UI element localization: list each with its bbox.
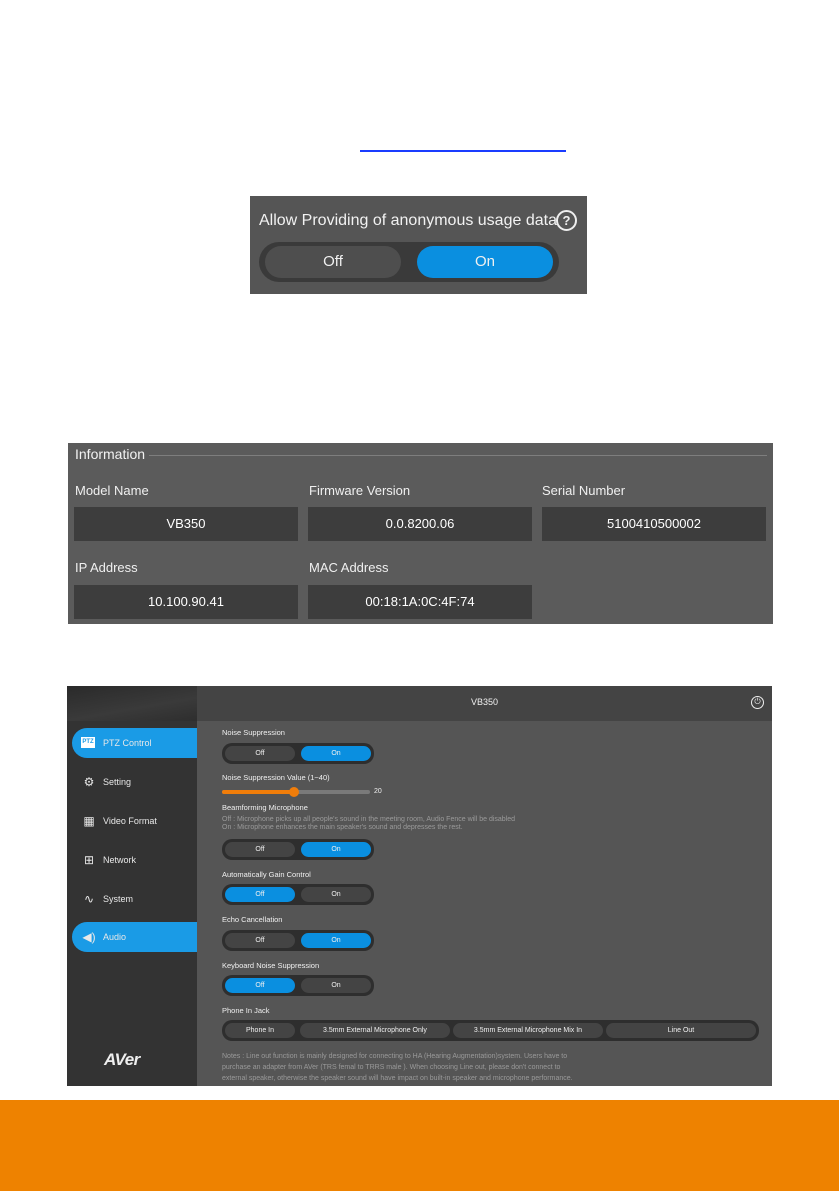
noise-suppression-off-button[interactable]: Off (225, 746, 295, 761)
network-icon: ⊞ (83, 853, 95, 867)
gear-icon: ⚙ (83, 775, 95, 789)
top-bar: VB350 ⏻ (197, 686, 772, 721)
noise-suppression-slider[interactable] (222, 787, 370, 797)
phone-jack-selector: Phone In 3.5mm External Microphone Only … (222, 1020, 759, 1041)
ip-address-value: 10.100.90.41 (74, 585, 298, 619)
beamforming-desc-off: Off : Microphone picks up all people's s… (222, 816, 516, 823)
phone-jack-label: Phone In Jack (222, 1006, 270, 1015)
sidebar-item-network[interactable]: ⊞ Network (72, 845, 197, 875)
external-mic-only-option[interactable]: 3.5mm External Microphone Only (300, 1023, 450, 1038)
mac-address-value: 00:18:1A:0C:4F:74 (308, 585, 532, 619)
sidebar-item-label: PTZ Control (103, 738, 152, 748)
slider-fill (222, 790, 295, 794)
agc-toggle: Off On (222, 884, 374, 905)
model-name-value: VB350 (74, 507, 298, 541)
ip-address-label: IP Address (75, 560, 138, 575)
noise-suppression-label: Noise Suppression (222, 728, 285, 737)
pulse-icon: ∿ (83, 892, 95, 906)
line-out-option[interactable]: Line Out (606, 1023, 756, 1038)
notes-line-1: Notes : Line out function is mainly desi… (222, 1053, 568, 1060)
audio-settings-main: Noise Suppression Off On Noise Suppressi… (197, 721, 772, 1086)
beamforming-desc-on: On : Microphone enhances the main speake… (222, 824, 463, 831)
noise-suppression-toggle: Off On (222, 743, 374, 764)
usage-data-toggle: Off On (259, 242, 559, 282)
sidebar-item-system[interactable]: ∿ System (72, 884, 197, 914)
notes-line-2: purchase an adapter from AVer (TRS femal… (222, 1064, 561, 1071)
keyboard-noise-off-button[interactable]: Off (225, 978, 295, 993)
sidebar-item-video-format[interactable]: ▦ Video Format (72, 806, 197, 836)
noise-suppression-value-label: Noise Suppression Value (1~40) (222, 773, 330, 782)
echo-cancellation-off-button[interactable]: Off (225, 933, 295, 948)
keyboard-noise-toggle: Off On (222, 975, 374, 996)
keyboard-noise-label: Keyboard Noise Suppression (222, 961, 320, 970)
echo-cancellation-toggle: Off On (222, 930, 374, 951)
aver-logo: AVer (104, 1050, 140, 1069)
footer-bar (0, 1100, 839, 1191)
notes-line-3: external speaker, otherwise the speaker … (222, 1075, 573, 1082)
ptz-icon: PTZ (81, 737, 95, 748)
noise-suppression-on-button[interactable]: On (301, 746, 371, 761)
audio-settings-window: PTZ PTZ Control ⚙ Setting ▦ Video Format… (67, 686, 772, 1086)
sidebar-item-label: System (103, 894, 134, 904)
usage-on-button[interactable]: On (417, 246, 553, 278)
sidebar-item-label: Audio (103, 932, 127, 942)
information-panel: Information Model Name VB350 Firmware Ve… (68, 443, 773, 624)
agc-on-button[interactable]: On (301, 887, 371, 902)
sidebar: PTZ PTZ Control ⚙ Setting ▦ Video Format… (67, 686, 197, 1086)
noise-suppression-value: 20 (374, 788, 382, 795)
serial-number-value: 5100410500002 (542, 507, 766, 541)
slider-handle[interactable] (289, 787, 300, 797)
sidebar-item-label: Network (103, 855, 137, 865)
sidebar-item-label: Video Format (103, 816, 157, 826)
information-title: Information (75, 446, 150, 462)
film-icon: ▦ (83, 814, 95, 828)
usage-data-panel: Allow Providing of anonymous usage data … (250, 196, 587, 294)
firmware-version-label: Firmware Version (309, 483, 411, 498)
external-mic-mix-option[interactable]: 3.5mm External Microphone Mix In (453, 1023, 603, 1038)
keyboard-noise-on-button[interactable]: On (301, 978, 371, 993)
sidebar-item-label: Setting (103, 777, 132, 787)
phone-in-option[interactable]: Phone In (225, 1023, 295, 1038)
agc-off-button[interactable]: Off (225, 887, 295, 902)
sidebar-item-audio[interactable]: ◀) Audio (72, 922, 197, 952)
mac-address-label: MAC Address (309, 560, 389, 575)
agc-label: Automatically Gain Control (222, 870, 311, 879)
speaker-icon: ◀) (82, 930, 96, 944)
usage-off-button[interactable]: Off (265, 246, 401, 278)
sidebar-item-setting[interactable]: ⚙ Setting (72, 767, 197, 797)
beamforming-on-button[interactable]: On (301, 842, 371, 857)
beamforming-label: Beamforming Microphone (222, 803, 308, 812)
echo-cancellation-on-button[interactable]: On (301, 933, 371, 948)
logout-icon[interactable]: ⏻ (751, 696, 764, 709)
device-title: VB350 (470, 697, 499, 707)
serial-number-label: Serial Number (542, 483, 626, 498)
help-icon[interactable]: ? (556, 210, 577, 231)
model-name-label: Model Name (75, 483, 149, 498)
sidebar-header (67, 686, 197, 721)
beamforming-toggle: Off On (222, 839, 374, 860)
usage-data-title: Allow Providing of anonymous usage data (259, 212, 557, 229)
firmware-version-value: 0.0.8200.06 (308, 507, 532, 541)
information-divider (148, 455, 767, 456)
beamforming-off-button[interactable]: Off (225, 842, 295, 857)
echo-cancellation-label: Echo Cancellation (222, 915, 283, 924)
hyperlink-underline[interactable] (360, 150, 566, 152)
sidebar-item-ptz-control[interactable]: PTZ PTZ Control (72, 728, 197, 758)
